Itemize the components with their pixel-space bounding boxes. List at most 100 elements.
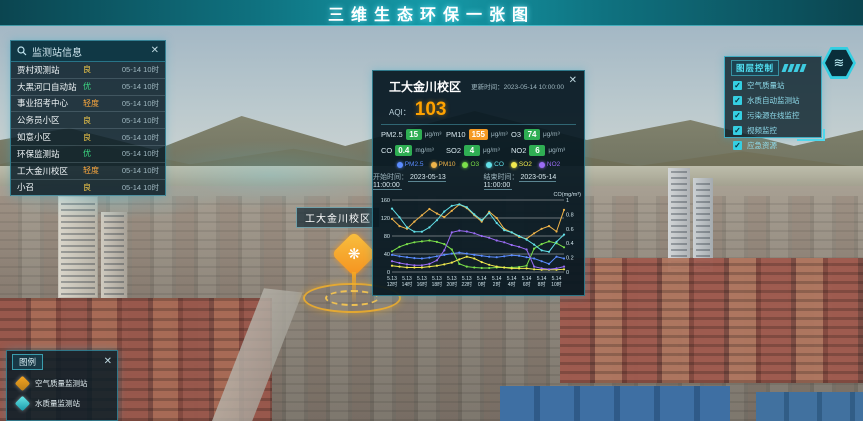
search-icon bbox=[17, 46, 27, 56]
pollutant-cell: O374μg/m³ bbox=[511, 129, 576, 140]
pollutant-unit: μg/m³ bbox=[483, 147, 500, 154]
legend-label: CO bbox=[494, 161, 504, 168]
svg-text:0.8: 0.8 bbox=[566, 212, 574, 218]
pollutant-cell: NO26μg/m³ bbox=[511, 145, 576, 156]
stripe-decoration bbox=[783, 64, 805, 72]
pollutant-value-badge: 4 bbox=[464, 145, 480, 156]
legend-dot-icon bbox=[486, 162, 492, 168]
station-time: 05-14 10时 bbox=[109, 165, 159, 176]
svg-text:5.142时: 5.142时 bbox=[492, 276, 502, 288]
chart-legend-item[interactable]: PM2.5 bbox=[397, 161, 424, 168]
chart-series-NO2 bbox=[392, 231, 564, 270]
station-row[interactable]: 贾村观测站良05-14 10时 bbox=[11, 62, 165, 79]
close-icon[interactable]: ✕ bbox=[104, 357, 112, 367]
layer-label: 应急资源 bbox=[747, 140, 777, 151]
station-row[interactable]: 如意小区良05-14 10时 bbox=[11, 129, 165, 146]
pollutant-value-badge: 15 bbox=[406, 129, 422, 140]
layer-item[interactable]: ✓ 视频监控 bbox=[725, 123, 821, 138]
start-time-group: 开始时间：2023-05-13 11:00:00 bbox=[373, 172, 474, 189]
station-row[interactable]: 环保监测站优05-14 10时 bbox=[11, 146, 165, 163]
map-legend-title: 图例 bbox=[12, 354, 43, 370]
legend-label: PM2.5 bbox=[405, 161, 424, 168]
layer-label: 空气质量站 bbox=[747, 80, 785, 91]
chart-legend-item[interactable]: CO bbox=[486, 161, 504, 168]
chart-wrap: 0408012016000.20.40.60.81CO(mg/m³)5.1312… bbox=[373, 191, 584, 296]
wind-station-icon: ❋ bbox=[348, 245, 361, 263]
checkbox-checked-icon[interactable]: ✓ bbox=[733, 96, 742, 105]
layer-list: ✓空气质量站✓水质自动监测站✓污染源在线监控✓视频监控✓应急资源 bbox=[725, 78, 821, 153]
station-row[interactable]: 工大金川校区轻度05-14 10时 bbox=[11, 163, 165, 180]
station-grade: 良 bbox=[83, 182, 109, 193]
aqi-popup: 工大金川校区 更新时间：2023-05-14 10:00:00 ✕ AQI： 1… bbox=[372, 70, 585, 296]
station-name: 工大金川校区 bbox=[17, 165, 83, 177]
pollutant-value-badge: 74 bbox=[524, 129, 540, 140]
legend-label: O3 bbox=[470, 161, 479, 168]
station-row[interactable]: 公务员小区良05-14 10时 bbox=[11, 112, 165, 129]
legend-dot-icon bbox=[431, 162, 437, 168]
station-name: 公务员小区 bbox=[17, 114, 83, 126]
aqi-popup-title: 工大金川校区 bbox=[389, 80, 461, 94]
station-grade: 良 bbox=[83, 132, 109, 143]
svg-text:5.1316时: 5.1316时 bbox=[417, 276, 428, 288]
svg-text:CO(mg/m³): CO(mg/m³) bbox=[554, 192, 582, 198]
station-name: 小召 bbox=[17, 181, 83, 193]
pollutant-cell: CO0.4mg/m³ bbox=[381, 145, 446, 156]
legend-dot-icon bbox=[397, 162, 403, 168]
close-icon[interactable]: ✕ bbox=[569, 76, 577, 86]
chart-legend-item[interactable]: O3 bbox=[462, 161, 479, 168]
chart-legend-item[interactable]: NO2 bbox=[539, 161, 560, 168]
station-grade: 轻度 bbox=[83, 98, 109, 109]
marker-label: 工大金川校区 bbox=[296, 207, 380, 228]
layer-item[interactable]: ✓ 空气质量站 bbox=[725, 78, 821, 93]
station-time: 05-14 10时 bbox=[109, 64, 159, 75]
station-row[interactable]: 小召良05-14 10时 bbox=[11, 180, 165, 197]
station-name: 贾村观测站 bbox=[17, 64, 83, 76]
svg-text:0.6: 0.6 bbox=[566, 227, 574, 233]
layer-item[interactable]: ✓ 应急资源 bbox=[725, 138, 821, 153]
layer-item[interactable]: ✓ 污染源在线监控 bbox=[725, 108, 821, 123]
page-title: 三维生态环保一张图 bbox=[328, 1, 535, 25]
svg-text:5.1314时: 5.1314时 bbox=[402, 276, 413, 288]
station-time: 05-14 10时 bbox=[109, 81, 159, 92]
close-icon[interactable]: ✕ bbox=[151, 46, 159, 56]
svg-text:0: 0 bbox=[566, 270, 569, 276]
checkbox-checked-icon[interactable]: ✓ bbox=[733, 126, 742, 135]
pollutant-cell: SO24μg/m³ bbox=[446, 145, 511, 156]
pollutant-name: PM2.5 bbox=[381, 130, 403, 139]
checkbox-checked-icon[interactable]: ✓ bbox=[733, 81, 742, 90]
layer-panel-title: 图层控制 bbox=[731, 60, 779, 76]
station-grade: 良 bbox=[83, 64, 109, 75]
station-row[interactable]: 事业招考中心轻度05-14 10时 bbox=[11, 96, 165, 113]
station-name: 事业招考中心 bbox=[17, 97, 83, 109]
station-grade: 优 bbox=[83, 148, 109, 159]
station-time: 05-14 10时 bbox=[109, 182, 159, 193]
pollutant-grid: PM2.515μg/m³PM10155μg/m³O374μg/m³CO0.4mg… bbox=[373, 125, 584, 156]
chart-series-CO bbox=[392, 204, 564, 252]
station-row[interactable]: 大黑河口自动站优05-14 10时 bbox=[11, 79, 165, 96]
legend-item: 水质量监测站 bbox=[7, 393, 117, 413]
station-list: 贾村观测站良05-14 10时大黑河口自动站优05-14 10时事业招考中心轻度… bbox=[11, 62, 165, 196]
building-tower bbox=[101, 212, 127, 298]
checkbox-checked-icon[interactable]: ✓ bbox=[733, 141, 742, 150]
pollutant-name: NO2 bbox=[511, 146, 526, 155]
chart-legend-item[interactable]: PM10 bbox=[431, 161, 456, 168]
svg-text:5.1320时: 5.1320时 bbox=[447, 276, 458, 288]
layer-label: 视频监控 bbox=[747, 125, 777, 136]
checkbox-checked-icon[interactable]: ✓ bbox=[733, 111, 742, 120]
popup-chart: 0408012016000.20.40.60.81CO(mg/m³)5.1312… bbox=[373, 191, 582, 291]
chart-legend-item[interactable]: SO2 bbox=[511, 161, 532, 168]
station-panel: 监测站信息 ✕ 贾村观测站良05-14 10时大黑河口自动站优05-14 10时… bbox=[10, 40, 166, 196]
marker-halo-inner bbox=[325, 290, 379, 306]
pollutant-unit: mg/m³ bbox=[415, 147, 433, 154]
time-range-row: 开始时间：2023-05-13 11:00:00 结束时间：2023-05-14… bbox=[373, 172, 584, 189]
station-panel-title: 监测站信息 bbox=[32, 44, 146, 59]
apartment-blocks bbox=[560, 258, 863, 383]
svg-text:5.1322时: 5.1322时 bbox=[462, 276, 473, 288]
layer-label: 污染源在线监控 bbox=[747, 110, 800, 121]
update-time: 更新时间：2023-05-14 10:00:00 bbox=[471, 81, 564, 91]
svg-text:40: 40 bbox=[384, 252, 390, 258]
map-legend-list: 空气质量监测站水质量监测站 bbox=[7, 373, 117, 413]
building-highrise bbox=[668, 168, 690, 272]
app-root: 工大金川校区 ❋ 三维生态环保一张图 监测站信息 ✕ 贾村观测站良05-14 1… bbox=[0, 0, 863, 421]
layer-item[interactable]: ✓水质自动监测站 bbox=[725, 93, 821, 108]
